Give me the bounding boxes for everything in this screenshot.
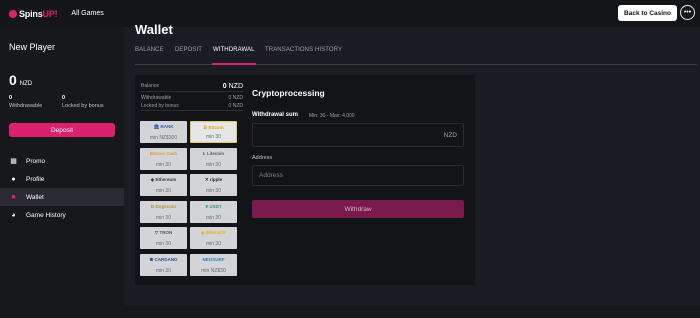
payment-method-bitcoin-cash[interactable]: Bitcoin Cash min 30 (140, 147, 187, 170)
sidebar-balance: 0 NZD (9, 72, 32, 88)
payment-method-min: min 30 (155, 267, 171, 274)
payment-method-min: min NZ$300 (149, 135, 178, 141)
all-games-link[interactable]: All Games (71, 10, 103, 17)
locked-row-value: 0 NZD (228, 103, 243, 109)
payment-method-min: min NZ$30 (201, 267, 226, 274)
payment-method-logo-icon: Bitcoin Cash (149, 150, 178, 156)
balance-currency: NZD (19, 81, 33, 87)
payment-method-logo-icon: ✕ ripple (204, 177, 223, 182)
locked-stat: 0 Locked by bonus (62, 95, 104, 109)
payment-method-neosurf[interactable]: NEOSURF min NZ$30 (190, 253, 237, 276)
payment-method-bank-transfer[interactable]: 🏛 BANK min NZ$300 (140, 121, 187, 143)
player-name: New Player (9, 42, 56, 52)
balance-row: Balance 0 NZD (141, 81, 243, 92)
balance-row-value: 0 (222, 82, 227, 90)
payment-method-bitcoin[interactable]: ₿ Bitcoin min 30 (190, 121, 237, 143)
balance-summary: Balance 0 NZD Withdrawable 0 NZD Locked … (141, 81, 243, 111)
sidebar-item-promo[interactable]: ▦ Promo (0, 152, 124, 170)
payment-method-min: min 30 (155, 214, 171, 221)
payment-method-min: min 30 (205, 214, 221, 221)
withdraw-button[interactable]: Withdraw (252, 200, 464, 218)
payment-method-logo-icon: ₮ USDT (205, 203, 222, 209)
payment-method-logo-icon: 🏛 BANK (153, 124, 174, 129)
sidebar-item-label: Profile (26, 175, 45, 183)
payment-method-min: min 30 (205, 241, 221, 247)
withdrawal-sum-label: Withdrawal sum (252, 112, 298, 118)
sidebar-item-label: Game History (26, 211, 66, 219)
logo[interactable]: SpinsUP! (9, 8, 58, 19)
promo-icon: ▦ (10, 158, 17, 165)
withdrawable-stat: 0 Withdrawable (9, 95, 42, 109)
logo-text-main: Spins (19, 8, 43, 19)
sidebar-item-profile[interactable]: ● Profile (0, 170, 124, 188)
sidebar: New Player 0 NZD 0 Withdrawable 0 Locked… (0, 27, 124, 318)
payment-method-litecoin[interactable]: Ł Litecoin min 30 (190, 147, 237, 170)
locked-row-label: Locked by bonus (141, 103, 179, 109)
history-icon: ◕ (11, 211, 16, 219)
tab-withdrawal[interactable]: WITHDRAWAL (213, 47, 255, 53)
top-bar: SpinsUP! All Games Back to Casino ••• (0, 0, 700, 27)
sidebar-item-label: Wallet (26, 193, 44, 201)
page-title: Wallet (135, 22, 173, 37)
wallet-icon: ■ (11, 193, 16, 201)
back-to-casino-button[interactable]: Back to Casino (618, 5, 677, 21)
payment-method-cardano[interactable]: ✺ CARDANO min 30 (140, 253, 187, 276)
more-options-icon[interactable]: ••• (680, 5, 695, 20)
payment-method-logo-icon: ◆ Ethereum (150, 177, 177, 182)
sidebar-item-wallet[interactable]: ■ Wallet (0, 188, 124, 206)
withdrawable-label: Withdrawable (9, 103, 43, 109)
deposit-button[interactable]: Deposit (9, 123, 115, 137)
active-tab-indicator (212, 63, 256, 65)
payment-method-binance[interactable]: ◈ BINANCE min 30 (190, 227, 237, 249)
sidebar-item-game-history[interactable]: ◕ Game History (0, 206, 124, 224)
address-input[interactable] (252, 165, 464, 186)
tab-balance[interactable]: BALANCE (135, 47, 164, 53)
address-label: Address (252, 155, 273, 161)
withdrawal-amount-input[interactable]: NZD (252, 123, 464, 147)
withdrawal-sum-hint: Min: 30 - Max: 4,000 (309, 113, 355, 119)
payment-method-logo-icon: ▽ TRON (154, 230, 173, 235)
balance-row-label: Balance (141, 83, 160, 89)
user-icon: ● (11, 175, 16, 183)
amount-currency: NZD (443, 132, 457, 139)
payment-method-min: min 30 (205, 188, 221, 194)
payment-method-logo-icon: ₿ Bitcoin (203, 125, 224, 130)
payment-method-usdt[interactable]: ₮ USDT min 30 (190, 200, 237, 223)
sidebar-item-label: Promo (26, 157, 46, 165)
withdrawable-row: Withdrawable 0 NZD (141, 93, 243, 102)
payment-method-logo-icon: ◈ BINANCE (200, 230, 227, 235)
tab-transactions-history[interactable]: TRANSACTIONS HISTORY (265, 47, 342, 53)
payment-method-ripple[interactable]: ✕ ripple min 30 (190, 174, 237, 196)
payment-method-logo-icon: Ł Litecoin (202, 150, 225, 156)
payment-method-min: min 30 (155, 241, 171, 247)
locked-row: Locked by bonus 0 NZD (141, 102, 243, 111)
payment-method-dogecoin[interactable]: Ð Dogecoin min 30 (140, 200, 187, 223)
payment-method-ethereum[interactable]: ◆ Ethereum min 30 (140, 174, 187, 196)
balance-row-currency: NZD (228, 82, 243, 90)
footer-strip (124, 305, 700, 318)
locked-label: Locked by bonus (62, 103, 104, 109)
withdrawable-value: 0 (9, 95, 13, 101)
wallet-tabs: BALANCE DEPOSIT WITHDRAWAL TRANSACTIONS … (135, 44, 697, 65)
payment-method-min: min 30 (205, 161, 221, 168)
balance-amount: 0 (9, 72, 17, 88)
form-title: Cryptoprocessing (252, 88, 325, 98)
payment-method-logo-icon: NEOSURF (202, 256, 225, 262)
withdrawable-row-label: Withdrawable (141, 94, 172, 101)
payment-method-min: min 30 (155, 188, 171, 194)
payment-method-logo-icon: ✺ CARDANO (149, 256, 178, 262)
payment-method-logo-icon: Ð Dogecoin (150, 203, 176, 209)
payment-method-min: min 30 (155, 161, 171, 168)
locked-value: 0 (62, 95, 66, 101)
payment-method-tron[interactable]: ▽ TRON min 30 (140, 227, 187, 249)
tab-deposit[interactable]: DEPOSIT (175, 47, 202, 53)
payment-method-min: min 30 (205, 134, 221, 140)
logo-mark-icon (9, 9, 17, 18)
logo-text-accent: UP! (42, 8, 58, 19)
withdrawable-row-value: 0 NZD (228, 94, 243, 101)
